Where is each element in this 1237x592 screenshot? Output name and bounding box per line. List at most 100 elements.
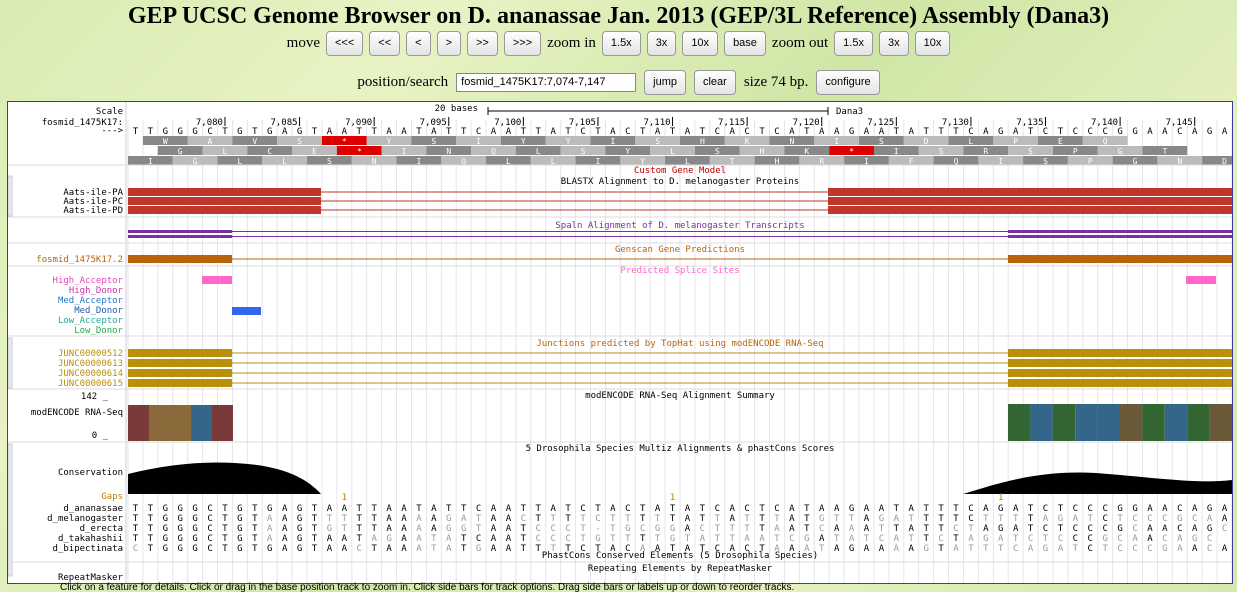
track-side-bar[interactable] — [8, 175, 13, 217]
aligned-base: C — [640, 524, 645, 534]
aligned-base: T — [357, 504, 363, 514]
genscan-exon-block[interactable] — [1008, 255, 1232, 263]
junction-block[interactable] — [1008, 349, 1232, 357]
aligned-base: T — [938, 524, 944, 534]
blastx-exon-block[interactable] — [828, 188, 1232, 196]
blastx-exon-block[interactable] — [828, 197, 1232, 205]
aligned-base: A — [1028, 544, 1034, 554]
aligned-base: A — [491, 534, 497, 544]
aligned-base: T — [819, 544, 825, 554]
blastx-exon-block[interactable] — [128, 197, 321, 205]
junction-block[interactable] — [128, 359, 232, 367]
high-acceptor-site[interactable] — [202, 276, 232, 284]
base-letter: G — [998, 127, 1003, 137]
aligned-base: T — [1058, 524, 1064, 534]
aligned-base: T — [923, 524, 929, 534]
move-far-left-button[interactable]: <<< — [325, 30, 364, 56]
aligned-base: C — [207, 524, 212, 534]
zoom-base-button[interactable]: base — [724, 30, 766, 56]
zoom-in-10x-button[interactable]: 10x — [682, 30, 719, 56]
aligned-base: G — [670, 534, 675, 544]
aligned-base: C — [1177, 524, 1182, 534]
blastx-exon-block[interactable] — [128, 188, 321, 196]
rnaseq-coverage-bar — [1075, 404, 1098, 441]
position-search-input[interactable] — [456, 72, 637, 92]
aligned-base: A — [655, 504, 661, 514]
move-step-right-button[interactable]: > — [436, 30, 461, 56]
move-left-button[interactable]: << — [369, 30, 401, 56]
aligned-base: T — [983, 544, 989, 554]
zoom-in-1-5x-button[interactable]: 1.5x — [601, 30, 641, 56]
spaln-exon-block[interactable] — [128, 235, 232, 238]
base-letter: C — [1177, 127, 1182, 137]
junction-block[interactable] — [1008, 369, 1232, 377]
base-letter: C — [1073, 127, 1078, 137]
jump-button[interactable]: jump — [644, 69, 686, 95]
assembly-label: Dana3 — [836, 107, 863, 117]
configure-button[interactable]: configure — [816, 69, 880, 95]
aligned-base: G — [1102, 534, 1107, 544]
spaln-exon-block[interactable] — [1008, 235, 1232, 238]
amino-acid-letter: I — [476, 137, 481, 146]
aligned-base: A — [491, 514, 497, 524]
aligned-base: T — [521, 544, 527, 554]
aligned-base: G — [297, 514, 302, 524]
aligned-base: C — [476, 534, 481, 544]
genscan-exon-block[interactable] — [128, 255, 232, 263]
amino-acid-letter: I — [834, 137, 839, 146]
zoom-out-3x-button[interactable]: 3x — [878, 30, 909, 56]
navigation-bar: move <<< << < > >> >>> zoom in 1.5x 3x 1… — [0, 30, 1237, 56]
aligned-base: A — [789, 504, 795, 514]
base-letter: T — [521, 127, 527, 137]
aligned-base: A — [1162, 524, 1168, 534]
aligned-base: T — [1088, 514, 1094, 524]
aligned-base: T — [998, 514, 1004, 524]
browser-track-image[interactable]: Scale 20 bases Dana3 fosmid_1475K17: ---> 7,0… — [7, 101, 1233, 584]
track-side-bar[interactable] — [8, 337, 13, 389]
amino-acid-letter: E — [312, 147, 317, 156]
aligned-base: C — [1088, 534, 1093, 544]
junction-block[interactable] — [128, 379, 232, 387]
blastx-exon-block[interactable] — [128, 206, 321, 214]
aligned-base: A — [685, 524, 691, 534]
aligned-base: A — [998, 534, 1004, 544]
move-far-right-button[interactable]: >>> — [503, 30, 542, 56]
gap-count: 1 — [998, 493, 1003, 503]
aligned-base: C — [1088, 524, 1093, 534]
zoom-out-10x-button[interactable]: 10x — [914, 30, 951, 56]
move-right-button[interactable]: >> — [467, 30, 498, 56]
aligned-base: T — [804, 514, 810, 524]
amino-acid-letter: N — [789, 137, 794, 146]
high-acceptor-site[interactable] — [1186, 276, 1216, 284]
junction-block[interactable] — [1008, 379, 1232, 387]
aligned-base: T — [923, 504, 929, 514]
spaln-exon-block[interactable] — [128, 230, 232, 233]
aligned-base: T — [148, 504, 154, 514]
aligned-base: A — [834, 524, 840, 534]
aligned-base: T — [148, 534, 154, 544]
zoom-in-3x-button[interactable]: 3x — [646, 30, 677, 56]
aligned-base: A — [909, 544, 915, 554]
junction-block[interactable] — [128, 369, 232, 377]
move-step-left-button[interactable]: < — [406, 30, 431, 56]
strand-label: ---> — [101, 126, 123, 136]
track-side-bar[interactable] — [8, 443, 13, 577]
blastx-exon-block[interactable] — [828, 206, 1232, 214]
aligned-base: A — [416, 514, 422, 524]
zoom-out-1-5x-button[interactable]: 1.5x — [834, 30, 873, 56]
aligned-base: C — [1073, 504, 1078, 514]
aligned-base: T — [476, 514, 482, 524]
splice-site-label: High_Acceptor — [53, 276, 124, 286]
aligned-base: C — [521, 514, 526, 524]
junction-block[interactable] — [1008, 359, 1232, 367]
rnaseq-coverage-bar — [1008, 404, 1031, 441]
aligned-base: G — [1207, 504, 1212, 514]
clear-button[interactable]: clear — [693, 69, 736, 95]
splice-site-label: Low_Acceptor — [58, 316, 124, 326]
aligned-base: A — [864, 514, 870, 524]
amino-acid-letter: P — [1073, 147, 1078, 156]
med-donor-site[interactable] — [232, 307, 261, 315]
junction-block[interactable] — [128, 349, 232, 357]
track-canvas[interactable]: Scale 20 bases Dana3fosmid_1475K17:--->7,0… — [8, 102, 1232, 583]
spaln-exon-block[interactable] — [1008, 230, 1232, 233]
